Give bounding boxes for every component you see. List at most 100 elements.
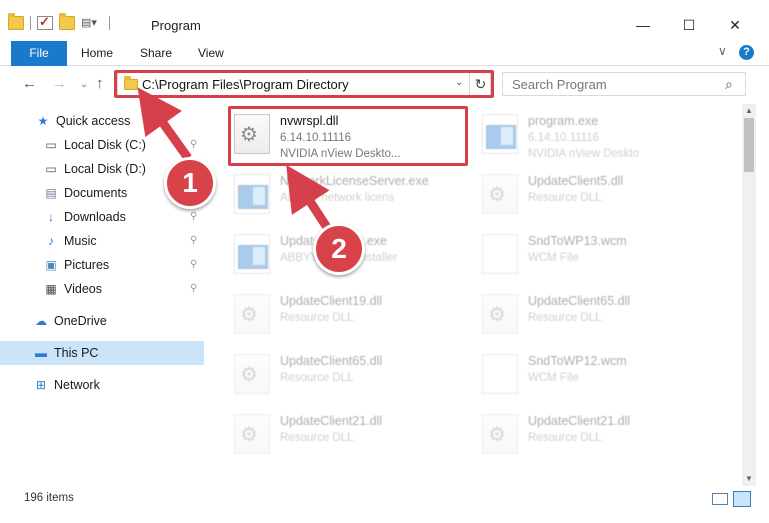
large-icons-view-icon[interactable] <box>733 491 751 507</box>
close-button[interactable]: ✕ <box>712 10 758 40</box>
pin-icon: ⚲ <box>190 211 198 222</box>
file-item[interactable]: SndToWP13.wcm WCM File <box>478 228 723 282</box>
sidebar-item-local-disk-c[interactable]: ▭ Local Disk (C:) ⚲ <box>0 133 204 157</box>
pin-icon: ⚲ <box>190 259 198 270</box>
file-item[interactable]: UpdateClient65.dll Resource DLL <box>230 348 475 402</box>
file-item[interactable]: NetworkLicenseServer.exe ABBYY network li… <box>230 168 475 222</box>
new-folder-icon[interactable] <box>59 13 75 30</box>
toolbar-separator <box>109 16 110 30</box>
file-item[interactable]: program.exe 6.14.10.11116 NVIDIA nView Des… <box>478 108 723 162</box>
file-item[interactable]: UpdateClient21.dll Resource DLL <box>230 408 475 462</box>
pictures-icon: ▣ <box>45 258 57 272</box>
expand-ribbon-icon[interactable]: ∨ <box>718 44 727 58</box>
file-item[interactable]: nvwrspl.dll 6.14.10.11116 NVIDIA nView Des… <box>230 108 475 162</box>
address-path[interactable]: C:\Program Files\Program Directory <box>142 77 349 92</box>
properties-icon[interactable] <box>37 14 53 30</box>
music-icon: ♪ <box>48 234 54 248</box>
sidebar-item-music[interactable]: ♪ Music ⚲ <box>0 229 204 253</box>
file-detail: WCM File <box>528 372 579 384</box>
drive-icon: ▭ <box>45 138 57 152</box>
document-file-icon <box>482 234 518 274</box>
quick-access-toolbar: ▤▾ <box>8 13 110 30</box>
details-view-icon[interactable] <box>712 493 728 505</box>
sidebar-item-quick-access[interactable]: ★ Quick access <box>0 109 204 133</box>
scroll-down-icon[interactable]: ▼ <box>745 474 753 483</box>
file-item[interactable]: UpdateClient65.dll Resource DLL <box>478 288 723 342</box>
videos-icon: ▦ <box>45 282 57 296</box>
sidebar-item-label: Downloads <box>64 210 126 224</box>
file-item[interactable]: UpdateClient5.dll Resource DLL <box>478 168 723 222</box>
item-count: 196 items <box>24 492 74 504</box>
sidebar-item-pictures[interactable]: ▣ Pictures ⚲ <box>0 253 204 277</box>
file-detail: Resource DLL <box>280 432 354 444</box>
sidebar-item-label: Local Disk (D:) <box>64 162 146 176</box>
dll-file-icon <box>234 414 270 454</box>
downloads-icon: ↓ <box>48 210 54 224</box>
sidebar-item-videos[interactable]: ▦ Videos ⚲ <box>0 277 204 301</box>
help-icon[interactable]: ? <box>739 45 754 60</box>
file-description: NVIDIA nView Deskto... <box>280 148 401 160</box>
folder-icon <box>124 76 138 90</box>
file-detail: Resource DLL <box>528 432 602 444</box>
status-bar: 196 items <box>0 486 769 510</box>
file-item[interactable]: UpdateClient19.dll Resource DLL <box>230 288 475 342</box>
file-detail: WCM File <box>528 252 579 264</box>
tab-home[interactable]: Home <box>81 46 113 60</box>
dll-file-icon <box>482 174 518 214</box>
back-button[interactable]: ← <box>22 75 37 92</box>
cloud-icon: ☁ <box>35 314 47 328</box>
file-detail: Resource DLL <box>528 192 602 204</box>
minimize-button[interactable]: — <box>620 10 666 40</box>
vertical-scrollbar[interactable]: ▲ ▼ <box>742 104 756 486</box>
exe-file-icon <box>482 114 518 154</box>
dll-file-icon <box>482 294 518 334</box>
sidebar-item-network[interactable]: ⊞ Network <box>0 373 204 397</box>
file-name: SndToWP12.wcm <box>528 354 627 368</box>
recent-locations-button[interactable]: ⌄ <box>80 79 88 90</box>
computer-icon: ▬ <box>35 346 47 360</box>
documents-icon: ▤ <box>45 186 57 200</box>
tab-file[interactable]: File <box>11 41 67 66</box>
pin-icon: ⚲ <box>190 283 198 294</box>
title-bar: ▤▾ Program — ☐ ✕ <box>0 0 769 40</box>
sidebar-item-this-pc[interactable]: ▬ This PC <box>0 341 204 365</box>
explorer-window: ▤▾ Program — ☐ ✕ File Home Share View ∨ … <box>0 0 769 523</box>
exe-file-icon <box>234 234 270 274</box>
exe-file-icon <box>234 174 270 214</box>
search-placeholder: Search Program <box>512 77 607 92</box>
file-name: program.exe <box>528 114 599 128</box>
sidebar-item-onedrive[interactable]: ☁ OneDrive <box>0 309 204 333</box>
dll-file-icon <box>234 354 270 394</box>
ribbon-tabs: File Home Share View ∨ ? <box>0 40 769 66</box>
dll-file-icon <box>482 414 518 454</box>
file-name: UpdateClient21.dll <box>280 414 383 428</box>
file-detail: Resource DLL <box>280 372 354 384</box>
callout-1: 1 <box>164 157 216 209</box>
refresh-button[interactable]: ↻ <box>471 72 491 96</box>
sidebar-item-label: OneDrive <box>54 314 107 328</box>
dll-file-icon <box>234 114 270 154</box>
dll-file-icon <box>234 294 270 334</box>
forward-button[interactable]: → <box>52 75 67 92</box>
customize-toolbar-icon[interactable]: ▤▾ <box>81 16 103 30</box>
scroll-up-icon[interactable]: ▲ <box>745 106 753 115</box>
up-button[interactable]: ↑ <box>96 75 104 92</box>
address-dropdown-icon[interactable]: ⌄ <box>455 77 463 88</box>
callout-2: 2 <box>313 223 365 275</box>
file-item[interactable]: UpdateClient21.dll Resource DLL <box>478 408 723 462</box>
file-item[interactable]: SndToWP12.wcm WCM File <box>478 348 723 402</box>
sidebar-item-downloads[interactable]: ↓ Downloads ⚲ <box>0 205 204 229</box>
maximize-button[interactable]: ☐ <box>666 10 712 40</box>
scrollbar-thumb[interactable] <box>744 118 754 172</box>
address-bar[interactable]: C:\Program Files\Program Directory ⌄ <box>117 72 470 96</box>
file-detail: Resource DLL <box>280 312 354 324</box>
tab-view[interactable]: View <box>198 46 224 60</box>
search-input[interactable]: Search Program ⌕ <box>502 72 746 96</box>
file-detail: 6.14.10.11116 <box>528 132 599 144</box>
file-name: UpdateClient65.dll <box>528 294 631 308</box>
file-name: UpdateClient5.dll <box>528 174 624 188</box>
folder-icon <box>8 13 24 30</box>
tab-share[interactable]: Share <box>140 46 172 60</box>
file-detail: 6.14.10.11116 <box>280 132 351 144</box>
search-icon[interactable]: ⌕ <box>725 76 733 93</box>
